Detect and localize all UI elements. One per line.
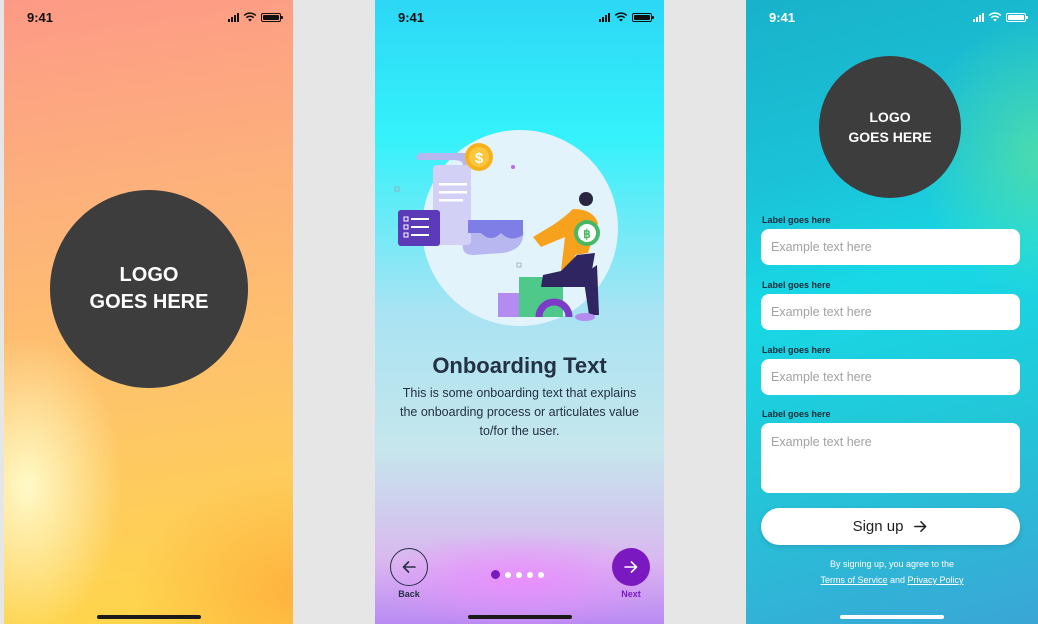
status-time: 9:41 bbox=[398, 10, 425, 25]
splash-screen: 9:41 LOGO GOES HERE bbox=[4, 0, 293, 624]
battery-icon bbox=[261, 12, 283, 22]
status-bar: 9:41 bbox=[375, 0, 664, 34]
home-indicator bbox=[840, 615, 944, 619]
field-label-4: Label goes here bbox=[762, 409, 831, 419]
status-icons bbox=[973, 12, 1028, 22]
status-icons bbox=[228, 12, 283, 22]
terms-of-service-link[interactable]: Terms of Service bbox=[820, 575, 887, 585]
home-indicator bbox=[467, 615, 572, 619]
text-field-2[interactable] bbox=[761, 294, 1020, 330]
signup-screen: 9:41 #phone3 .time{color:#fff}#phone3 .b… bbox=[746, 0, 1038, 624]
onboarding-screen: 9:41 $ ฿ Onboarding Text This is some on… bbox=[375, 0, 664, 624]
status-bar: 9:41 bbox=[746, 0, 1038, 34]
back-label[interactable]: Back bbox=[384, 589, 434, 599]
page-dot-4[interactable] bbox=[527, 571, 533, 578]
page-dot-5[interactable] bbox=[538, 571, 544, 578]
sign-up-button[interactable]: Sign up bbox=[761, 508, 1020, 545]
terms-and: and bbox=[889, 575, 906, 585]
field-label-1: Label goes here bbox=[762, 215, 831, 225]
page-dot-2[interactable] bbox=[505, 571, 511, 578]
logo-placeholder: LOGO GOES HERE bbox=[819, 56, 961, 198]
onboarding-description: This is some onboarding text that explai… bbox=[399, 386, 640, 438]
status-bar: 9:41 bbox=[4, 0, 293, 34]
person-head bbox=[579, 192, 593, 206]
dollar-coin-symbol: $ bbox=[475, 150, 484, 167]
next-button[interactable] bbox=[612, 548, 650, 586]
logo-placeholder: LOGO GOES HERE bbox=[50, 190, 248, 388]
text-area-4[interactable] bbox=[761, 423, 1020, 493]
sign-up-label: Sign up bbox=[852, 518, 904, 535]
battery-icon bbox=[1006, 12, 1028, 22]
wifi-icon bbox=[988, 12, 1002, 22]
terms-notice: By signing up, you agree to the Terms of… bbox=[746, 556, 1038, 588]
wifi-icon bbox=[614, 12, 628, 22]
home-indicator bbox=[96, 615, 201, 619]
text-field-1[interactable] bbox=[761, 229, 1020, 265]
next-label[interactable]: Next bbox=[606, 589, 656, 599]
field-label-3: Label goes here bbox=[762, 345, 831, 355]
status-time: 9:41 bbox=[27, 10, 54, 25]
cellular-signal-icon bbox=[228, 12, 239, 22]
page-dot-3[interactable] bbox=[516, 571, 522, 578]
cellular-signal-icon bbox=[599, 12, 610, 22]
privacy-policy-link[interactable]: Privacy Policy bbox=[908, 575, 964, 585]
arrow-right-icon bbox=[914, 521, 927, 532]
page-dot-1[interactable] bbox=[491, 570, 500, 579]
arrow-left-icon bbox=[402, 561, 416, 573]
back-button[interactable] bbox=[390, 548, 428, 586]
field-label-2: Label goes here bbox=[762, 280, 831, 290]
onboarding-title: Onboarding Text bbox=[432, 353, 607, 378]
battery-icon bbox=[632, 12, 654, 22]
text-field-3[interactable] bbox=[761, 359, 1020, 395]
status-icons bbox=[599, 12, 654, 22]
wifi-icon bbox=[243, 12, 257, 22]
cellular-signal-icon bbox=[973, 12, 984, 22]
page-indicator bbox=[491, 570, 544, 579]
arrow-right-icon bbox=[624, 561, 638, 573]
status-time: 9:41 bbox=[769, 10, 796, 25]
svg-text:฿: ฿ bbox=[583, 227, 591, 241]
terms-prefix: By signing up, you agree to the bbox=[829, 559, 955, 569]
onboarding-illustration: $ ฿ bbox=[394, 130, 618, 326]
